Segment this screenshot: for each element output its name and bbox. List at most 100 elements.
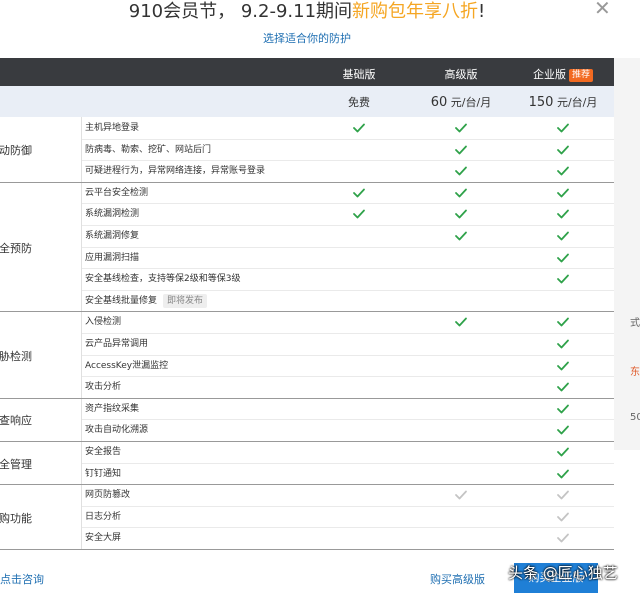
category-label: 选购功能 bbox=[0, 511, 32, 525]
row-divider bbox=[82, 333, 614, 334]
group-divider bbox=[0, 397, 614, 399]
feature-row-label: 云产品异常调用 bbox=[85, 337, 148, 351]
check-icon bbox=[455, 166, 467, 176]
feature-label: AccessKey泄漏监控 bbox=[85, 360, 169, 371]
feature-label: 安全报告 bbox=[85, 447, 122, 457]
feature-row-label: AccessKey泄漏监控 bbox=[85, 359, 168, 373]
check-icon bbox=[557, 166, 569, 176]
check-icon bbox=[557, 188, 569, 198]
row-divider bbox=[82, 268, 614, 270]
check-icon bbox=[557, 361, 569, 370]
feature-label: 防病毒、勒索、挖矿、网站后门 bbox=[85, 144, 212, 155]
check-icon bbox=[557, 425, 569, 435]
check-icon bbox=[557, 512, 569, 522]
feature-label: 安全大屏 bbox=[85, 533, 122, 544]
feature-label: 安全基线批量修复 bbox=[85, 295, 158, 306]
check-icon bbox=[557, 145, 569, 154]
consult-link[interactable]: 点击咨询 bbox=[0, 571, 44, 587]
feature-row-label: 安全报告 bbox=[85, 445, 121, 459]
check-icon bbox=[557, 469, 569, 478]
feature-row-label: 防病毒、勒索、挖矿、网站后门 bbox=[85, 143, 211, 157]
category-label: 威胁检测 bbox=[0, 349, 32, 363]
close-icon[interactable]: ✕ bbox=[594, 0, 611, 18]
check-icon bbox=[557, 274, 569, 284]
promo-title: 910会员节， 9.2-9.11期间新购包年享八折! bbox=[0, 0, 614, 24]
feature-label: 日志分析 bbox=[85, 511, 122, 522]
feature-label: 可疑进程行为，异常网络连接，异常账号登录 bbox=[85, 166, 266, 177]
feature-row-label: 攻击自动化溯源 bbox=[85, 423, 148, 437]
feature-row-label: 云平台安全检测 bbox=[85, 186, 148, 200]
category-label: 调查响应 bbox=[0, 414, 32, 428]
check-icon bbox=[557, 404, 569, 414]
feature-label: 云产品异常调用 bbox=[85, 339, 149, 349]
promo-title-suffix: ! bbox=[478, 1, 486, 22]
check-icon bbox=[455, 490, 467, 500]
check-icon bbox=[353, 188, 365, 198]
row-divider bbox=[82, 376, 614, 378]
check-icon bbox=[455, 188, 467, 198]
feature-row-label: 系统漏洞修复 bbox=[85, 229, 139, 243]
group-divider bbox=[0, 181, 614, 183]
category-label: 安全预防 bbox=[0, 241, 32, 255]
row-divider bbox=[82, 289, 614, 291]
row-divider bbox=[82, 203, 614, 205]
feature-row-label: 系统漏洞检测 bbox=[85, 207, 139, 221]
group-divider bbox=[0, 549, 614, 550]
feature-row-label: 入侵检测 bbox=[85, 315, 121, 329]
check-icon bbox=[557, 209, 569, 219]
feature-label: 云平台安全检测 bbox=[85, 187, 149, 198]
plan-name-basic: 基础版 bbox=[342, 68, 376, 81]
check-icon bbox=[557, 123, 569, 133]
background-text: 50 bbox=[630, 412, 640, 423]
feature-label: 系统漏洞检测 bbox=[85, 209, 140, 220]
feature-row-label: 可疑进程行为，异常网络连接，异常账号登录 bbox=[85, 164, 265, 178]
plan-name-enterprise: 企业版 推荐 bbox=[512, 66, 614, 82]
check-icon bbox=[557, 317, 569, 327]
group-divider bbox=[0, 441, 614, 442]
background-page-strip bbox=[614, 58, 640, 450]
feature-row-label: 攻击分析 bbox=[85, 380, 121, 394]
check-icon bbox=[455, 231, 467, 241]
feature-label: 攻击分析 bbox=[85, 382, 122, 393]
feature-label: 网页防篡改 bbox=[85, 490, 131, 501]
row-divider bbox=[82, 419, 614, 421]
background-text: 东 bbox=[630, 367, 640, 378]
check-icon bbox=[455, 317, 467, 327]
group-divider bbox=[0, 484, 614, 486]
check-icon bbox=[557, 533, 569, 543]
check-icon bbox=[353, 209, 365, 219]
check-icon bbox=[557, 253, 569, 262]
row-divider bbox=[82, 462, 614, 464]
feature-label: 资产指纹采集 bbox=[85, 403, 140, 414]
feature-row-label: 安全大屏 bbox=[85, 531, 121, 545]
row-divider bbox=[82, 246, 614, 248]
buy-advanced-link[interactable]: 购买高级版 bbox=[430, 571, 485, 587]
check-icon bbox=[353, 123, 365, 133]
watermark: 头条 @匠心独艺 bbox=[508, 564, 618, 582]
price-enterprise: 150 元/台/月 bbox=[528, 95, 598, 110]
feature-label: 系统漏洞修复 bbox=[85, 231, 140, 241]
check-icon bbox=[557, 339, 569, 349]
check-icon bbox=[455, 123, 467, 133]
row-divider bbox=[82, 527, 614, 529]
group-divider bbox=[0, 311, 614, 313]
promo-highlight: 新购包年享八折 bbox=[352, 1, 479, 22]
feature-label: 应用漏洞扫描 bbox=[85, 252, 140, 263]
feature-label: 安全基线检查，支持等保2级和等保3级 bbox=[85, 274, 241, 285]
check-icon bbox=[455, 145, 467, 154]
promo-title-prefix: 910会员节， 9.2-9.11期间 bbox=[128, 1, 353, 22]
feature-row-label: 资产指纹采集 bbox=[85, 402, 139, 416]
feature-row-label: 网页防篡改 bbox=[85, 488, 130, 502]
plan-name-advanced: 高级版 bbox=[444, 68, 478, 81]
row-divider bbox=[82, 225, 614, 226]
category-label: 安全管理 bbox=[0, 457, 32, 471]
feature-label: 攻击自动化溯源 bbox=[85, 425, 149, 436]
recommend-badge: 推荐 bbox=[568, 69, 593, 82]
row-divider bbox=[82, 160, 614, 162]
row-divider bbox=[82, 138, 614, 140]
feature-row-label: 安全基线检查，支持等保2级和等保3级 bbox=[85, 272, 240, 286]
check-icon bbox=[557, 382, 569, 392]
feature-label: 主机异地登录 bbox=[85, 123, 140, 133]
price-advanced: 60 元/台/月 bbox=[430, 95, 492, 110]
category-label: 主动防御 bbox=[0, 144, 32, 158]
